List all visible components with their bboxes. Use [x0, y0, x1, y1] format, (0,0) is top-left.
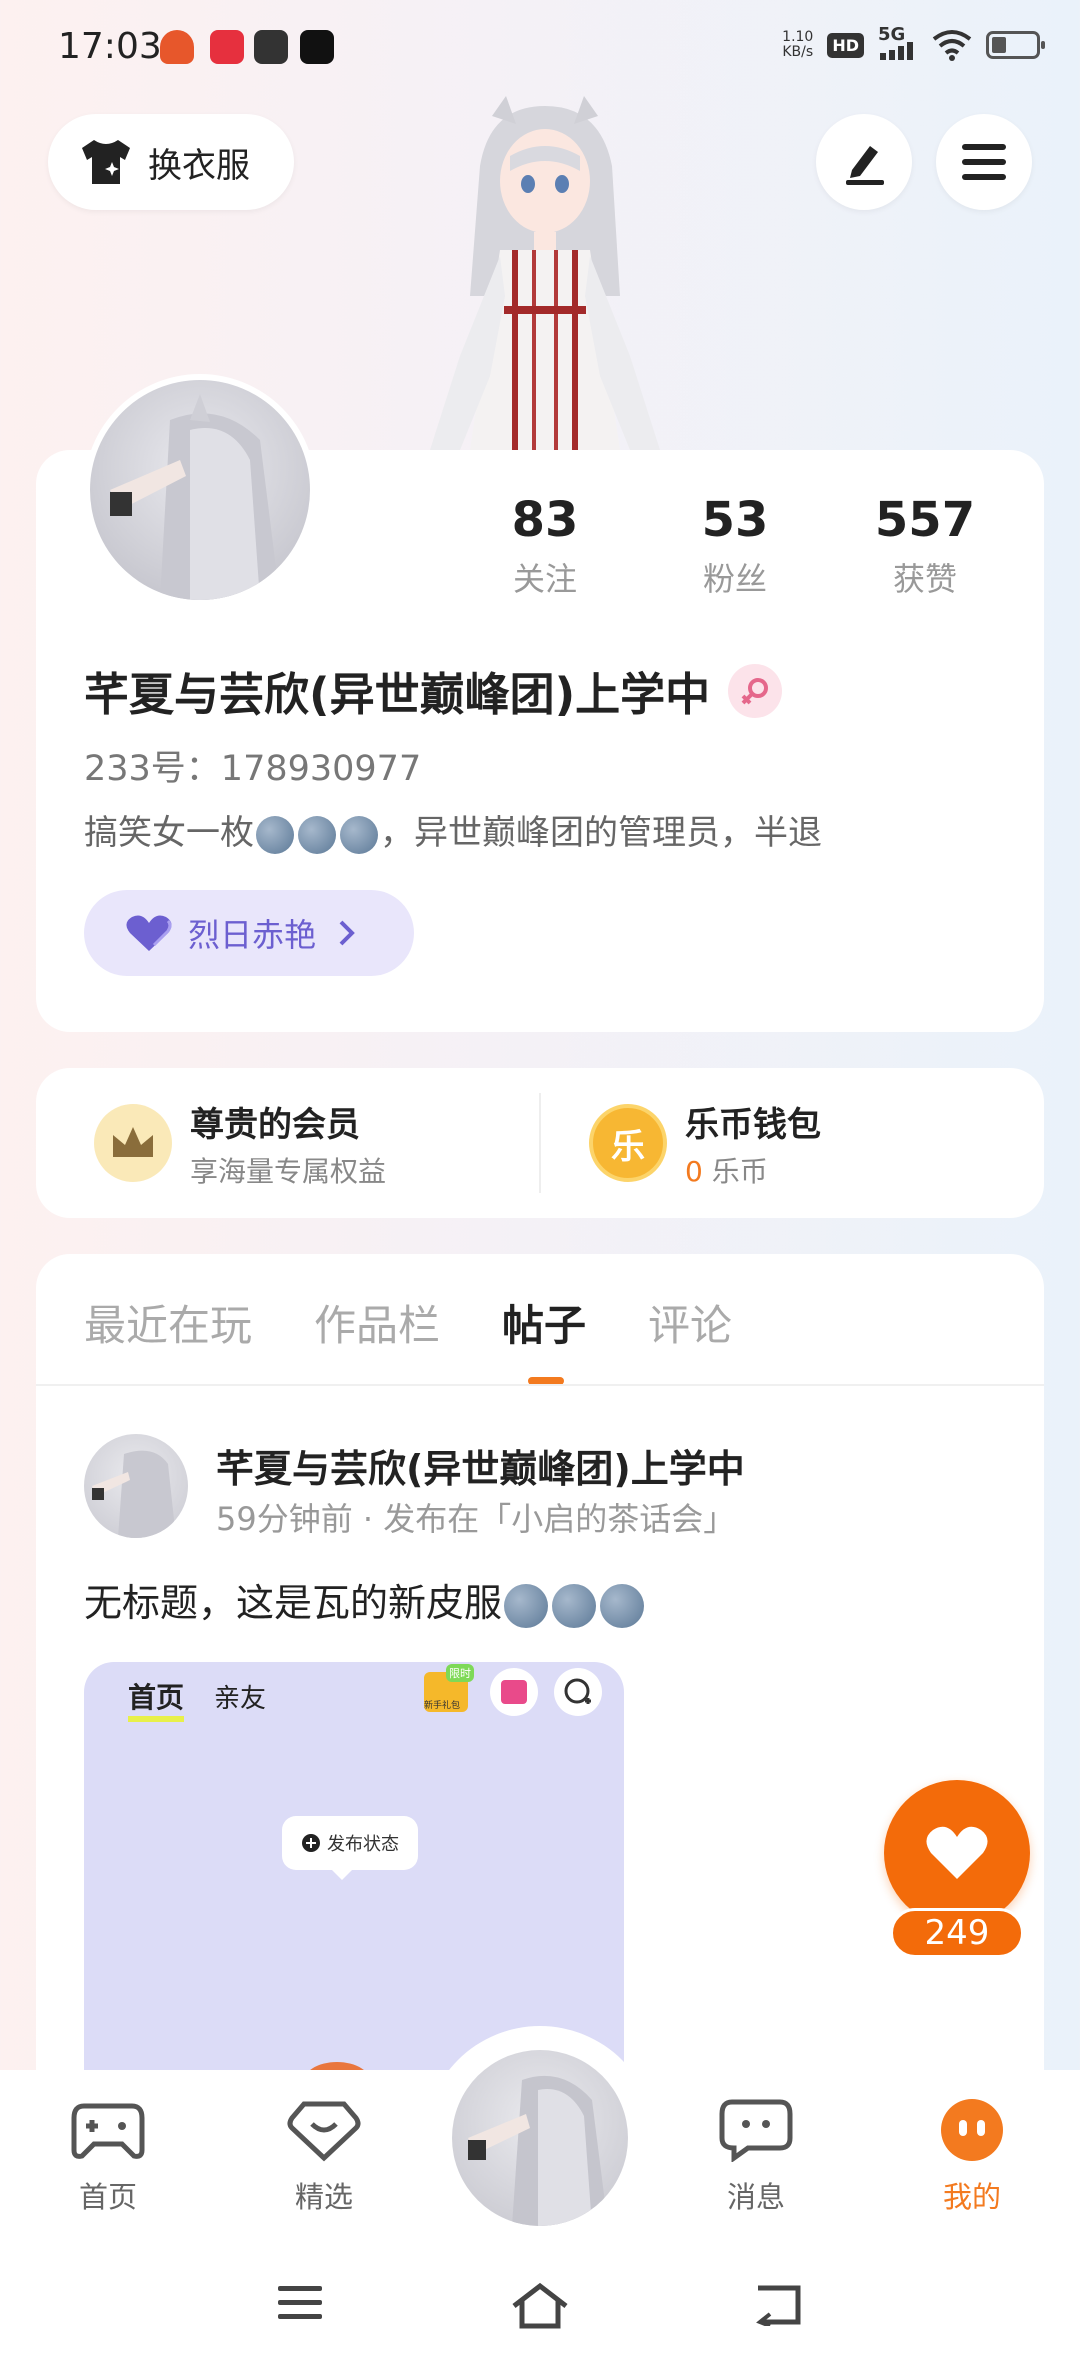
face-icon: [941, 2099, 1003, 2161]
app-notification-icon: [210, 30, 244, 64]
emoji-icon: [340, 815, 378, 854]
member-wallet-card: 尊贵的会员 享海量专属权益 乐 乐币钱包 0 乐币: [36, 1068, 1044, 1218]
coin-icon: 乐: [589, 1104, 668, 1182]
hd-icon: HD: [827, 32, 864, 58]
back-button[interactable]: [752, 2282, 804, 2326]
tab-recently-played[interactable]: 最近在玩: [84, 1292, 252, 1353]
tshirt-icon: [82, 140, 130, 184]
heart-box-icon: [287, 2101, 361, 2162]
crown-icon: [94, 1104, 172, 1182]
tab-comments[interactable]: 评论: [648, 1292, 732, 1353]
edit-profile-button[interactable]: [816, 114, 912, 210]
profile-tabs: 最近在玩 作品栏 帖子 评论: [84, 1292, 794, 1385]
membership-subtitle: 享海量专属权益: [190, 1154, 387, 1188]
like-count: 249: [890, 1908, 1024, 1958]
tab-posts[interactable]: 帖子: [502, 1292, 586, 1385]
stat-label: 粉丝: [702, 560, 767, 598]
stat-label: 获赞: [892, 560, 957, 598]
status-time: 17:03: [58, 26, 162, 67]
change-outfit-button[interactable]: 换衣服: [48, 114, 294, 210]
stat-likes[interactable]: 557 获赞: [830, 492, 1020, 600]
nav-label: 消息: [726, 2180, 785, 2214]
post-author-name[interactable]: 芊夏与芸欣(异世巅峰团)上学中: [216, 1438, 745, 1493]
tab-works[interactable]: 作品栏: [314, 1292, 440, 1353]
username-text: 芊夏与芸欣(异世巅峰团)上学中: [84, 668, 711, 721]
like-button[interactable]: [884, 1780, 1030, 1926]
avatar-image: [110, 394, 280, 600]
heart-icon: [126, 915, 172, 951]
home-button[interactable]: [510, 2282, 570, 2330]
nav-label: 首页: [78, 2180, 137, 2214]
nav-label: 精选: [294, 2180, 353, 2214]
post-author-avatar[interactable]: [84, 1434, 188, 1538]
stat-following[interactable]: 83 关注: [450, 492, 640, 600]
heart-icon: [926, 1826, 988, 1879]
chevron-right-icon: [339, 920, 355, 946]
bio-suffix: ，异世巅峰团的管理员，半退: [380, 813, 822, 853]
network-speed: 1.10 KB/s: [782, 29, 814, 60]
emoji-icon: [552, 1583, 597, 1628]
post-text[interactable]: 无标题，这是瓦的新皮服: [84, 1572, 646, 1628]
stat-label: 关注: [512, 560, 577, 598]
avatar-image: [468, 2075, 608, 2226]
stat-value: 557: [874, 492, 976, 548]
emoji-icon: [256, 815, 294, 854]
profile-stats: 83 关注 53 粉丝 557 获赞: [450, 492, 1020, 600]
username: 芊夏与芸欣(异世巅峰团)上学中: [84, 658, 783, 723]
nav-home[interactable]: 首页: [38, 2098, 178, 2216]
app-notification-icon: [254, 30, 288, 64]
nav-avatar-button[interactable]: [452, 2050, 628, 2226]
wallet-balance: 0 乐币: [685, 1154, 768, 1188]
nav-me[interactable]: 我的: [902, 2098, 1042, 2216]
chat-icon: [719, 2099, 793, 2163]
image-tab-home: 首页: [128, 1676, 185, 1722]
image-tab-friends: 亲友: [214, 1684, 267, 1714]
avatar-character[interactable]: [420, 96, 670, 450]
user-id: 233号：178930977: [84, 749, 422, 789]
signal-icon: 5G: [878, 26, 918, 62]
chat-add-icon: [554, 1668, 602, 1716]
divider: [36, 1384, 1044, 1386]
post-status-bubble: 发布状态: [282, 1816, 418, 1880]
bio-prefix: 搞笑女一枚: [84, 813, 254, 853]
emoji-icon: [504, 1583, 549, 1628]
wifi-icon: [932, 30, 972, 61]
recent-apps-button[interactable]: [276, 2282, 324, 2322]
nav-featured[interactable]: 精选: [254, 2098, 394, 2216]
nav-messages[interactable]: 消息: [686, 2098, 826, 2216]
app-notification-icon: [300, 30, 334, 64]
female-icon: [728, 663, 783, 718]
battery-icon: [986, 31, 1045, 59]
gift-pack-icon: 限时 新手礼包: [424, 1664, 474, 1712]
change-outfit-label: 换衣服: [148, 145, 250, 186]
status-bar: 17:03 1.10 KB/s HD 5G: [0, 0, 1080, 96]
menu-icon: [962, 144, 1006, 180]
title-badge-label: 烈日赤艳: [188, 916, 317, 954]
profile-avatar[interactable]: [84, 374, 316, 606]
wallet-title: 乐币钱包: [685, 1104, 822, 1145]
gift-icon: [490, 1668, 538, 1716]
title-badge-button[interactable]: 烈日赤艳: [84, 890, 414, 976]
membership-entry[interactable]: 尊贵的会员 享海量专属权益: [36, 1097, 539, 1190]
wallet-entry[interactable]: 乐 乐币钱包 0 乐币: [541, 1097, 1044, 1190]
menu-button[interactable]: [936, 114, 1032, 210]
membership-title: 尊贵的会员: [190, 1104, 360, 1145]
bio[interactable]: 搞笑女一枚 ，异世巅峰团的管理员，半退: [84, 805, 1004, 854]
edit-icon: [846, 146, 884, 185]
emoji-icon: [600, 1583, 645, 1628]
stat-value: 53: [701, 492, 769, 548]
post-meta: 59分钟前 · 发布在「小启的茶话会」: [216, 1500, 736, 1538]
app-notification-icon: [160, 30, 194, 64]
nav-label: 我的: [942, 2180, 1001, 2214]
stat-followers[interactable]: 53 粉丝: [640, 492, 830, 600]
emoji-icon: [298, 815, 336, 854]
stat-value: 83: [511, 492, 579, 548]
gamepad-icon: [71, 2103, 145, 2159]
